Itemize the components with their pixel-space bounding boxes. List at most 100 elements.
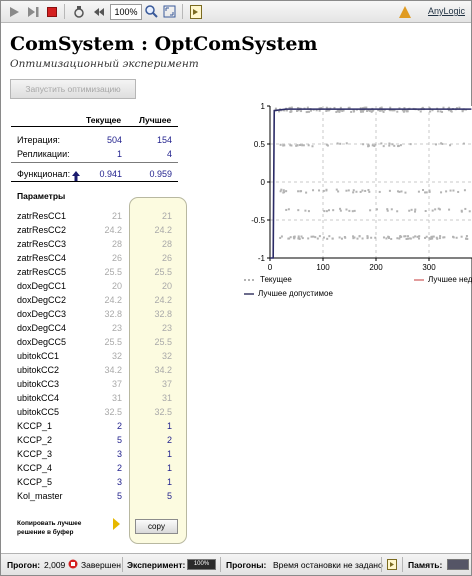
iteration-label: Итерация: — [17, 135, 61, 145]
data-point-current — [295, 144, 298, 147]
data-point-current — [422, 188, 425, 191]
faster-icon[interactable] — [91, 4, 107, 19]
param-current-value: 2 — [116, 421, 122, 431]
data-point-current — [468, 210, 471, 213]
param-best-value: 34.2 — [154, 365, 172, 375]
data-point-current — [312, 235, 315, 238]
data-point-current — [298, 237, 301, 240]
data-point-current — [358, 235, 361, 238]
param-current-value: 26 — [111, 253, 122, 263]
data-point-current — [455, 236, 458, 239]
param-best-value: 5 — [166, 491, 172, 501]
data-point-current — [388, 142, 391, 145]
slower-icon[interactable] — [71, 4, 87, 19]
data-point-current — [314, 236, 317, 239]
data-point-current — [279, 236, 282, 239]
data-point-current — [366, 235, 369, 238]
data-point-current — [393, 144, 396, 147]
experiment-progress-fill: 100% — [188, 560, 215, 569]
run-state: Завершен — [81, 560, 121, 570]
data-point-current — [390, 237, 393, 240]
data-point-current — [405, 237, 408, 240]
data-point-current — [435, 236, 438, 239]
page-subtitle: Оптимизационный эксперимент — [10, 58, 199, 70]
runs-label: Прогоны: — [226, 560, 267, 570]
data-point-current — [398, 190, 401, 193]
model-navigation-icon[interactable] — [387, 559, 397, 572]
data-point-current — [404, 191, 407, 194]
data-point-current — [406, 110, 409, 113]
data-point-current — [408, 209, 411, 212]
data-point-current — [419, 110, 422, 113]
param-best-value: 32.5 — [154, 407, 172, 417]
data-point-current — [460, 210, 463, 213]
param-current-value: 21 — [111, 211, 122, 221]
zoom-icon[interactable] — [144, 4, 158, 19]
x-tick-label: 100 — [316, 263, 330, 272]
memory-label: Память: — [408, 560, 443, 570]
data-point-current — [417, 190, 420, 193]
data-point-current — [450, 110, 453, 113]
param-name: zatrResCC1 — [17, 211, 67, 221]
zoom-level-field[interactable]: 100% — [110, 4, 142, 20]
data-point-current — [414, 235, 417, 238]
data-point-current — [362, 143, 365, 146]
copy-best-label-line1: Копировать лучшее — [17, 520, 82, 527]
y-tick-label: -1 — [258, 254, 266, 263]
data-point-current — [449, 144, 452, 147]
data-point-current — [352, 191, 355, 194]
arrow-right-icon — [113, 518, 120, 530]
param-best-value: 24.2 — [154, 225, 172, 235]
data-point-current — [299, 190, 302, 193]
data-point-current — [452, 235, 455, 238]
data-point-current — [305, 111, 308, 114]
data-point-current — [399, 144, 402, 147]
x-tick-label: 0 — [268, 263, 273, 272]
data-point-current — [290, 106, 293, 109]
data-point-current — [418, 235, 421, 238]
data-point-current — [297, 209, 300, 212]
x-tick-label: 300 — [422, 263, 436, 272]
data-point-current — [293, 237, 296, 240]
data-point-current — [345, 189, 348, 192]
data-point-current — [412, 236, 415, 239]
data-point-current — [396, 237, 399, 240]
data-point-current — [382, 110, 385, 113]
parameters-title: Параметры — [17, 191, 66, 201]
model-navigation-icon[interactable] — [189, 4, 203, 19]
data-point-current — [347, 189, 350, 192]
data-point-current — [378, 190, 381, 193]
replication-current-value: 1 — [116, 149, 122, 159]
data-point-current — [304, 209, 307, 212]
data-point-current — [352, 235, 355, 238]
data-point-current — [325, 210, 328, 213]
data-point-current — [442, 236, 445, 239]
data-point-current — [414, 210, 417, 213]
data-point-current — [434, 208, 437, 211]
param-name: zatrResCC5 — [17, 267, 67, 277]
stop-icon[interactable] — [45, 4, 59, 19]
param-current-value: 32 — [111, 351, 122, 361]
param-name: ubitokCC4 — [17, 393, 60, 403]
play-icon[interactable] — [7, 4, 21, 19]
data-point-current — [337, 190, 340, 193]
data-point-current — [339, 142, 342, 145]
data-point-current — [440, 191, 443, 194]
param-current-value: 23 — [111, 323, 122, 333]
data-point-current — [285, 208, 288, 211]
step-icon[interactable] — [26, 4, 40, 19]
copy-button[interactable]: copy — [135, 519, 178, 534]
data-point-current — [300, 110, 303, 113]
functional-label: Функционал: — [17, 169, 71, 179]
data-point-current — [359, 190, 362, 193]
x-tick-label: 200 — [369, 263, 383, 272]
data-point-current — [418, 237, 421, 240]
data-point-current — [361, 237, 364, 240]
run-optimization-button[interactable]: Запустить оптимизацию — [10, 79, 136, 99]
anylogic-link[interactable]: AnyLogic — [428, 6, 465, 16]
data-point-current — [428, 189, 431, 192]
fit-to-window-icon[interactable] — [162, 4, 176, 19]
data-point-current — [375, 208, 378, 211]
param-current-value: 5 — [116, 435, 122, 445]
data-point-current — [441, 142, 444, 145]
